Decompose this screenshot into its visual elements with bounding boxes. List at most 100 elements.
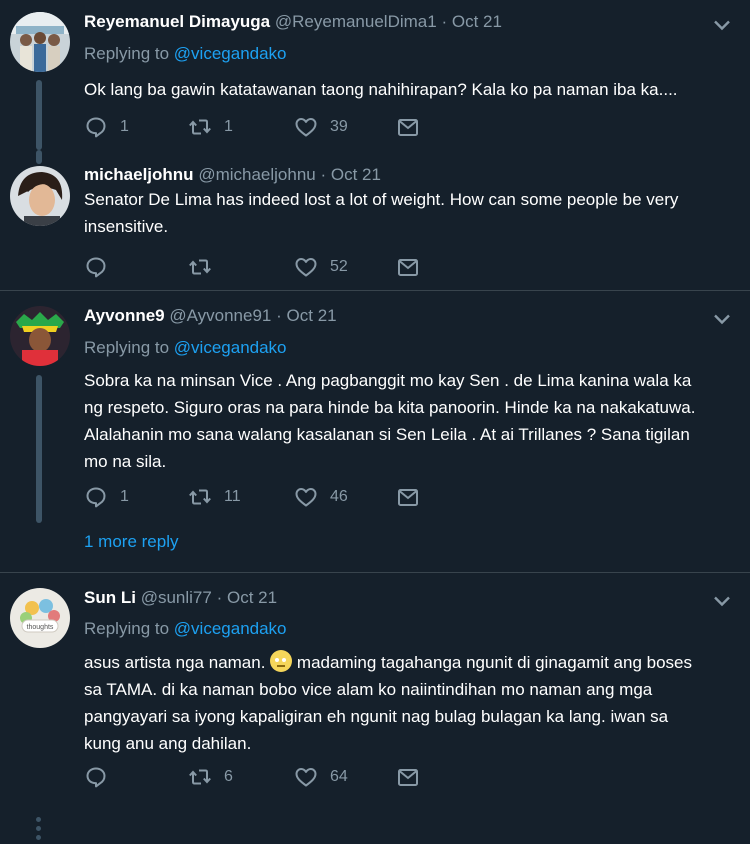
retweet-icon [188,255,212,279]
tweet-text-line: Sobra ka na minsan Vice . Ang pagbanggit… [84,371,692,390]
like-button[interactable]: 64 [294,764,348,790]
mention-link[interactable]: @vicegandako [174,619,287,638]
reply-count: 1 [120,118,129,135]
like-icon [294,115,318,139]
retweet-count: 11 [224,488,241,505]
retweet-icon [188,765,212,789]
tweet-header: Ayvonne9 @Ayvonne91 · Oct 21 [84,306,337,326]
replying-to: Replying to @vicegandako [84,619,287,639]
retweet-button[interactable] [188,254,224,280]
replying-to-label: Replying to [84,619,170,638]
tweet-text-line: pangyayari sa iyong kapaligiran eh nguni… [84,707,669,726]
reply-button[interactable]: 1 [84,114,129,140]
thread-dots [36,817,42,844]
tweet[interactable]: michaeljohnu @michaeljohnu · Oct 21 Sena… [0,150,750,290]
like-icon [294,485,318,509]
like-button[interactable]: 52 [294,254,348,280]
user-name[interactable]: Reyemanuel Dimayuga [84,12,270,31]
like-count: 64 [330,768,348,785]
user-name[interactable]: Sun Li [84,588,136,607]
tweet[interactable]: Ayvonne9 @Ayvonne91 · Oct 21 Replying to… [0,291,750,840]
avatar[interactable] [10,306,70,366]
tweet-date[interactable]: Oct 21 [287,306,337,325]
replying-to: Replying to @vicegandako [84,44,287,64]
retweet-icon [188,115,212,139]
avatar[interactable]: thoughts [10,588,70,648]
retweet-count: 1 [224,118,233,135]
message-button[interactable] [396,114,432,140]
reply-icon [84,485,108,509]
tweet-text-line: insensitive. [84,217,169,236]
user-handle[interactable]: @ReyemanuelDima1 [275,12,437,31]
mention-link[interactable]: @vicegandako [174,44,287,63]
message-icon [396,765,420,789]
retweet-count: 6 [224,768,233,785]
tweet-header: Sun Li @sunli77 · Oct 21 [84,588,277,608]
tweet[interactable]: thoughts Sun Li @sunli77 · Oct 21 Replyi… [0,573,750,800]
replying-to-label: Replying to [84,338,170,357]
user-handle[interactable]: @sunli77 [141,588,212,607]
like-count: 46 [330,488,348,505]
tweet-text: asus artista nga naman. madaming tagahan… [84,649,724,757]
tweet-text: Ok lang ba gawin katatawanan taong nahih… [84,80,678,99]
separator: · [320,165,327,184]
reply-button[interactable] [84,764,120,790]
tweet-text-line: mo na sila. [84,452,167,471]
retweet-button[interactable]: 11 [188,484,241,510]
tweet-date[interactable]: Oct 21 [331,165,381,184]
retweet-icon [188,485,212,509]
thread-line [36,80,42,150]
tweet-text-segment: madaming tagahanga ngunit di ginagamit a… [296,653,692,672]
user-handle[interactable]: @Ayvonne91 [169,306,271,325]
user-name[interactable]: Ayvonne9 [84,306,165,325]
reply-button[interactable]: 1 [84,484,129,510]
user-name[interactable]: michaeljohnu [84,165,194,184]
thread-line [36,375,42,523]
message-icon [396,115,420,139]
mention-link[interactable]: @vicegandako [174,338,287,357]
chevron-down-icon[interactable] [712,18,732,32]
separator: · [276,306,282,325]
tweet-text-line: ng respeto. Siguro oras na para hinde ba… [84,398,696,417]
tweet-text-line: Senator De Lima has indeed lost a lot of… [84,190,679,209]
tweet-date[interactable]: Oct 21 [227,588,277,607]
tweet[interactable]: Reyemanuel Dimayuga @ReyemanuelDima1 · O… [0,0,750,150]
like-count: 39 [330,118,348,135]
chevron-down-icon[interactable] [712,312,732,326]
tweet-header: Reyemanuel Dimayuga @ReyemanuelDima1 · O… [84,12,502,32]
retweet-button[interactable]: 1 [188,114,233,140]
tweet-text-line: sa TAMA. di ka naman bobo vice alam ko n… [84,680,653,699]
like-icon [294,765,318,789]
like-count: 52 [330,258,348,275]
like-icon [294,255,318,279]
tweet-text-line: asus artista nga naman. madaming tagahan… [84,649,724,676]
message-icon [396,485,420,509]
like-button[interactable]: 39 [294,114,348,140]
thread-line [36,150,42,164]
reply-icon [84,115,108,139]
tweet-date[interactable]: Oct 21 [452,12,502,31]
user-handle[interactable]: @michaeljohnu [198,165,315,184]
retweet-button[interactable]: 6 [188,764,233,790]
reply-icon [84,765,108,789]
message-button[interactable] [396,764,432,790]
message-icon [396,255,420,279]
tweet-text: Senator De Lima has indeed lost a lot of… [84,186,724,240]
message-button[interactable] [396,254,432,280]
reply-icon [84,255,108,279]
tweet-text: Sobra ka na minsan Vice . Ang pagbanggit… [84,367,724,475]
separator: · [441,12,448,31]
separator: · [216,588,223,607]
tweet-header: michaeljohnu @michaeljohnu · Oct 21 [84,165,381,185]
message-button[interactable] [396,484,432,510]
replying-to-label: Replying to [84,44,170,63]
reply-button[interactable] [84,254,120,280]
like-button[interactable]: 46 [294,484,348,510]
avatar[interactable] [10,166,70,226]
rolling-eyes-emoji-icon [270,650,293,672]
tweet-text-line: kung anu ang dahilan. [84,734,252,753]
chevron-down-icon[interactable] [712,594,732,608]
reply-count: 1 [120,488,129,505]
avatar[interactable] [10,12,70,72]
more-reply-link[interactable]: 1 more reply [84,532,178,552]
